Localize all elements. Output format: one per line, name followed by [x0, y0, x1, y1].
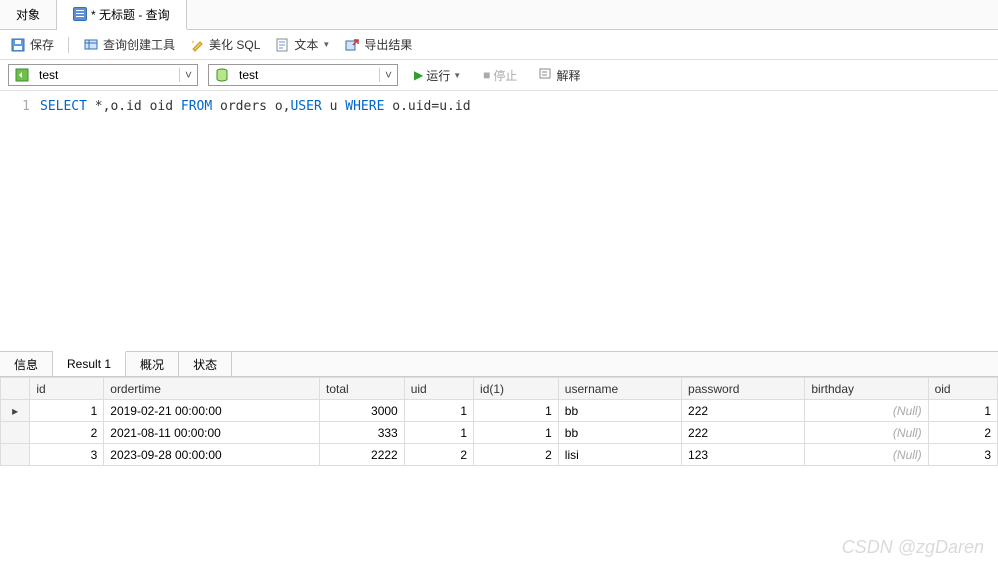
query-builder-button[interactable]: 查询创建工具: [83, 36, 175, 53]
cell-uid[interactable]: 2: [404, 444, 473, 466]
run-dropdown-icon: ▼: [453, 71, 461, 80]
row-indicator: [1, 422, 30, 444]
cell-username[interactable]: lisi: [558, 444, 681, 466]
col-total[interactable]: total: [319, 378, 404, 400]
cell-total[interactable]: 2222: [319, 444, 404, 466]
cell-username[interactable]: bb: [558, 422, 681, 444]
cell-ordertime[interactable]: 2023-09-28 00:00:00: [104, 444, 320, 466]
col-password[interactable]: password: [682, 378, 805, 400]
stop-button: ■ 停止: [477, 65, 523, 86]
cell-birthday[interactable]: (Null): [805, 400, 928, 422]
text-button[interactable]: 文本 ▼: [274, 36, 330, 53]
cell-id1[interactable]: 1: [474, 400, 559, 422]
run-label: 运行: [426, 67, 450, 84]
cell-password[interactable]: 222: [682, 400, 805, 422]
row-indicator-header: [1, 378, 30, 400]
sql-editor[interactable]: 1 SELECT *,o.id oid FROM orders o,USER u…: [0, 91, 998, 351]
save-icon: [10, 37, 26, 53]
tab-status[interactable]: 状态: [179, 352, 232, 376]
chevron-down-icon: ˅: [179, 68, 197, 82]
export-label: 导出结果: [364, 36, 412, 53]
cell-total[interactable]: 333: [319, 422, 404, 444]
col-username[interactable]: username: [558, 378, 681, 400]
cell-total[interactable]: 3000: [319, 400, 404, 422]
cell-id1[interactable]: 1: [474, 422, 559, 444]
col-id(1)[interactable]: id(1): [474, 378, 559, 400]
tab-brief[interactable]: 概况: [126, 352, 179, 376]
stop-label: 停止: [493, 67, 517, 84]
explain-button[interactable]: 解释: [533, 65, 586, 86]
cell-password[interactable]: 222: [682, 422, 805, 444]
beautify-button[interactable]: 美化 SQL: [189, 36, 260, 53]
stop-icon: ■: [483, 68, 490, 82]
text-dropdown-icon: ▼: [322, 40, 330, 49]
divider: [68, 37, 69, 53]
cell-ordertime[interactable]: 2021-08-11 00:00:00: [104, 422, 320, 444]
cell-id[interactable]: 3: [30, 444, 104, 466]
beautify-icon: [189, 37, 205, 53]
watermark: CSDN @zgDaren: [842, 537, 984, 558]
database-icon: [213, 66, 231, 84]
cell-password[interactable]: 123: [682, 444, 805, 466]
query-builder-label: 查询创建工具: [103, 36, 175, 53]
col-birthday[interactable]: birthday: [805, 378, 928, 400]
cell-oid[interactable]: 3: [928, 444, 997, 466]
text-label: 文本: [294, 36, 318, 53]
line-number: 1: [4, 99, 40, 343]
sql-code: SELECT *,o.id oid FROM orders o,USER u W…: [40, 99, 471, 343]
cell-oid[interactable]: 1: [928, 400, 997, 422]
query-builder-icon: [83, 37, 99, 53]
top-tabs: 对象 * 无标题 - 查询: [0, 0, 998, 30]
connection-combo[interactable]: test ˅: [8, 64, 198, 86]
explain-label: 解释: [556, 67, 580, 84]
table-row[interactable]: 32023-09-28 00:00:00222222lisi123(Null)3: [1, 444, 998, 466]
cell-birthday[interactable]: (Null): [805, 422, 928, 444]
result-grid[interactable]: idordertimetotaluidid(1)usernamepassword…: [0, 377, 998, 466]
connection-icon: [13, 66, 31, 84]
tab-object[interactable]: 对象: [0, 0, 57, 29]
cell-id[interactable]: 2: [30, 422, 104, 444]
col-uid[interactable]: uid: [404, 378, 473, 400]
text-icon: [274, 37, 290, 53]
row-indicator: [1, 444, 30, 466]
cell-oid[interactable]: 2: [928, 422, 997, 444]
result-tabs: 信息 Result 1 概况 状态: [0, 351, 998, 377]
table-row[interactable]: ▸12019-02-21 00:00:00300011bb222(Null)1: [1, 400, 998, 422]
cell-uid[interactable]: 1: [404, 422, 473, 444]
toolbar: 保存 查询创建工具 美化 SQL 文本 ▼ 导出结果: [0, 30, 998, 60]
tab-query[interactable]: * 无标题 - 查询: [57, 0, 187, 30]
result-table: idordertimetotaluidid(1)usernamepassword…: [0, 377, 998, 466]
row-indicator: ▸: [1, 400, 30, 422]
cell-birthday[interactable]: (Null): [805, 444, 928, 466]
cell-id[interactable]: 1: [30, 400, 104, 422]
table-icon: [73, 7, 87, 21]
col-oid[interactable]: oid: [928, 378, 997, 400]
save-button[interactable]: 保存: [10, 36, 54, 53]
col-id[interactable]: id: [30, 378, 104, 400]
export-button[interactable]: 导出结果: [344, 36, 412, 53]
table-row[interactable]: 22021-08-11 00:00:0033311bb222(Null)2: [1, 422, 998, 444]
database-label: test: [235, 68, 379, 82]
chevron-down-icon: ˅: [379, 68, 397, 82]
beautify-label: 美化 SQL: [209, 36, 260, 53]
cell-id1[interactable]: 2: [474, 444, 559, 466]
play-icon: ▶: [414, 68, 423, 82]
cell-uid[interactable]: 1: [404, 400, 473, 422]
cell-username[interactable]: bb: [558, 400, 681, 422]
explain-icon: [539, 67, 553, 84]
tab-query-label: * 无标题 - 查询: [91, 6, 170, 23]
connection-bar: test ˅ test ˅ ▶ 运行 ▼ ■ 停止 解释: [0, 60, 998, 91]
cell-ordertime[interactable]: 2019-02-21 00:00:00: [104, 400, 320, 422]
connection-label: test: [35, 68, 179, 82]
col-ordertime[interactable]: ordertime: [104, 378, 320, 400]
run-button[interactable]: ▶ 运行 ▼: [408, 65, 467, 86]
database-combo[interactable]: test ˅: [208, 64, 398, 86]
export-icon: [344, 37, 360, 53]
tab-info[interactable]: 信息: [0, 352, 53, 376]
tab-result1[interactable]: Result 1: [53, 351, 126, 376]
save-label: 保存: [30, 36, 54, 53]
